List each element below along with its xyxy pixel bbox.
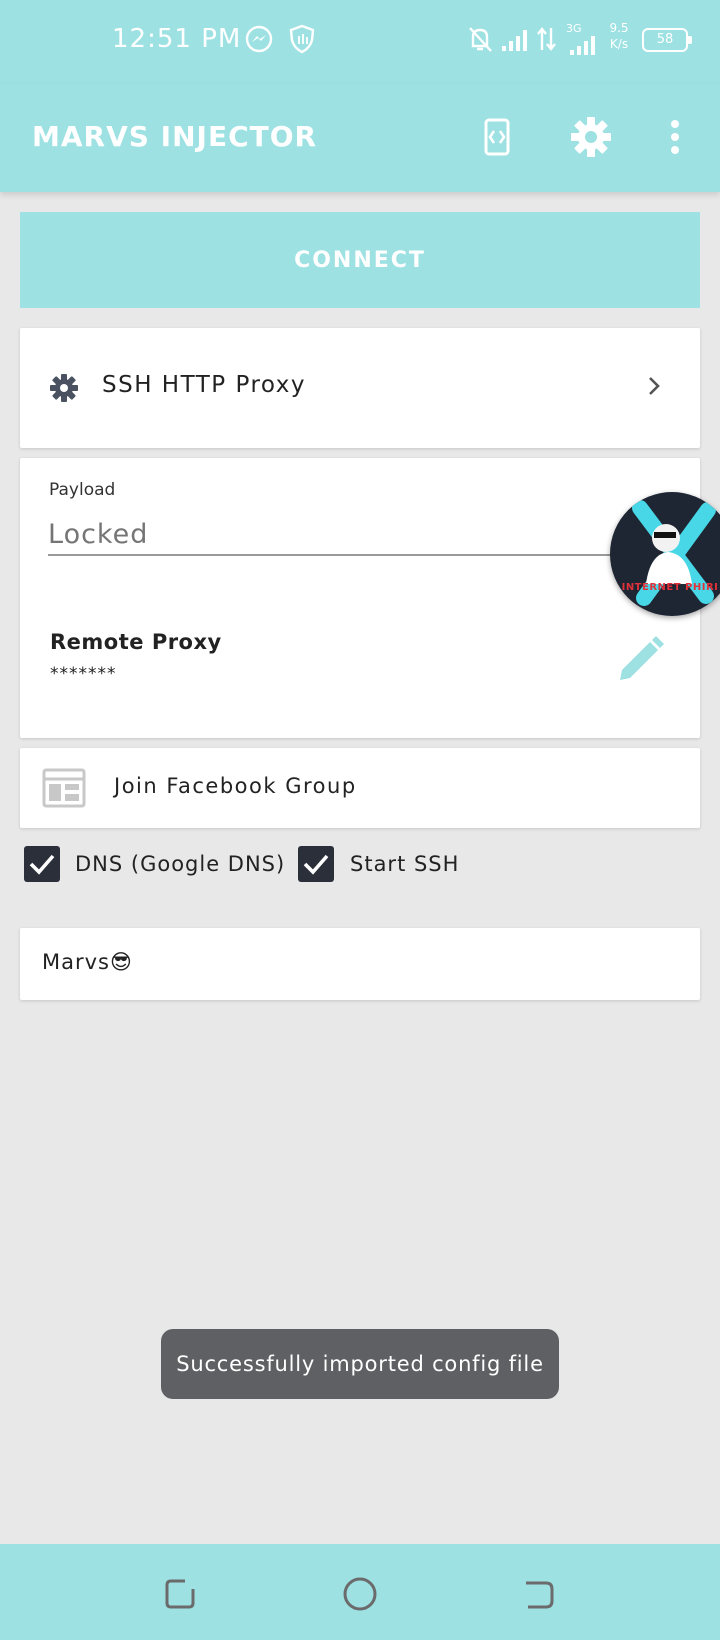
config-form: Payload Remote Proxy *******: [20, 458, 700, 738]
messenger-icon: [244, 24, 274, 54]
join-facebook-group-button[interactable]: Join Facebook Group: [20, 748, 700, 828]
toast-message: Successfully imported config file: [161, 1329, 559, 1399]
screen-rotate-icon[interactable]: [472, 112, 522, 162]
settings-gear-icon: [48, 372, 80, 408]
data-arrows-icon: [536, 24, 566, 54]
status-bar: 12:51 PM 3G 9.5 K/s 58: [0, 0, 720, 84]
home-button[interactable]: [340, 1574, 380, 1614]
app-title: MARVS INJECTOR: [32, 120, 318, 153]
bell-off-icon: [466, 24, 496, 54]
edit-pencil-icon[interactable]: [614, 634, 666, 690]
settings-icon[interactable]: [566, 112, 616, 162]
battery-icon: 58: [642, 28, 692, 52]
app-bar: MARVS INJECTOR: [0, 84, 720, 192]
more-vert-icon[interactable]: [650, 112, 700, 162]
connect-button[interactable]: CONNECT: [20, 212, 700, 308]
signal-icon: [500, 24, 530, 54]
remote-proxy-value: *******: [50, 664, 117, 684]
chevron-right-icon: [646, 374, 662, 402]
remote-proxy-title: Remote Proxy: [50, 630, 222, 654]
web-page-icon: [42, 768, 86, 812]
dns-checkbox[interactable]: [24, 846, 60, 882]
payload-input[interactable]: [48, 514, 620, 556]
config-note: Marvs😎: [20, 928, 700, 1000]
dns-checkbox-label[interactable]: DNS (Google DNS): [75, 852, 285, 876]
checkmark-icon: [29, 854, 55, 875]
config-note-text: Marvs😎: [42, 950, 133, 974]
recent-apps-button[interactable]: [160, 1574, 200, 1614]
start-ssh-checkbox-label[interactable]: Start SSH: [350, 852, 459, 876]
battery-level: 58: [656, 32, 674, 47]
speed-value: 9.5: [609, 21, 629, 35]
back-icon: [526, 1581, 554, 1609]
shield-icon: [288, 24, 318, 54]
connect-label: CONNECT: [294, 247, 426, 273]
tunnel-mode-label: SSH HTTP Proxy: [102, 372, 306, 398]
back-button[interactable]: [519, 1574, 559, 1614]
avatar-badge-text: INTERNET PHIRI: [621, 582, 719, 593]
home-circle-icon: [343, 1577, 377, 1611]
network-speed: 9.5 K/s: [602, 20, 636, 52]
navigation-bar: [0, 1544, 720, 1640]
start-ssh-checkbox[interactable]: [298, 846, 334, 882]
tunnel-mode-selector[interactable]: SSH HTTP Proxy: [20, 328, 700, 448]
payload-label: Payload: [49, 480, 116, 500]
speed-unit: K/s: [609, 37, 629, 51]
recent-apps-icon: [165, 1579, 195, 1609]
toast-text: Successfully imported config file: [176, 1352, 544, 1376]
status-time: 12:51 PM: [112, 24, 242, 54]
checkmark-icon: [303, 854, 329, 875]
join-facebook-label: Join Facebook Group: [114, 774, 357, 798]
